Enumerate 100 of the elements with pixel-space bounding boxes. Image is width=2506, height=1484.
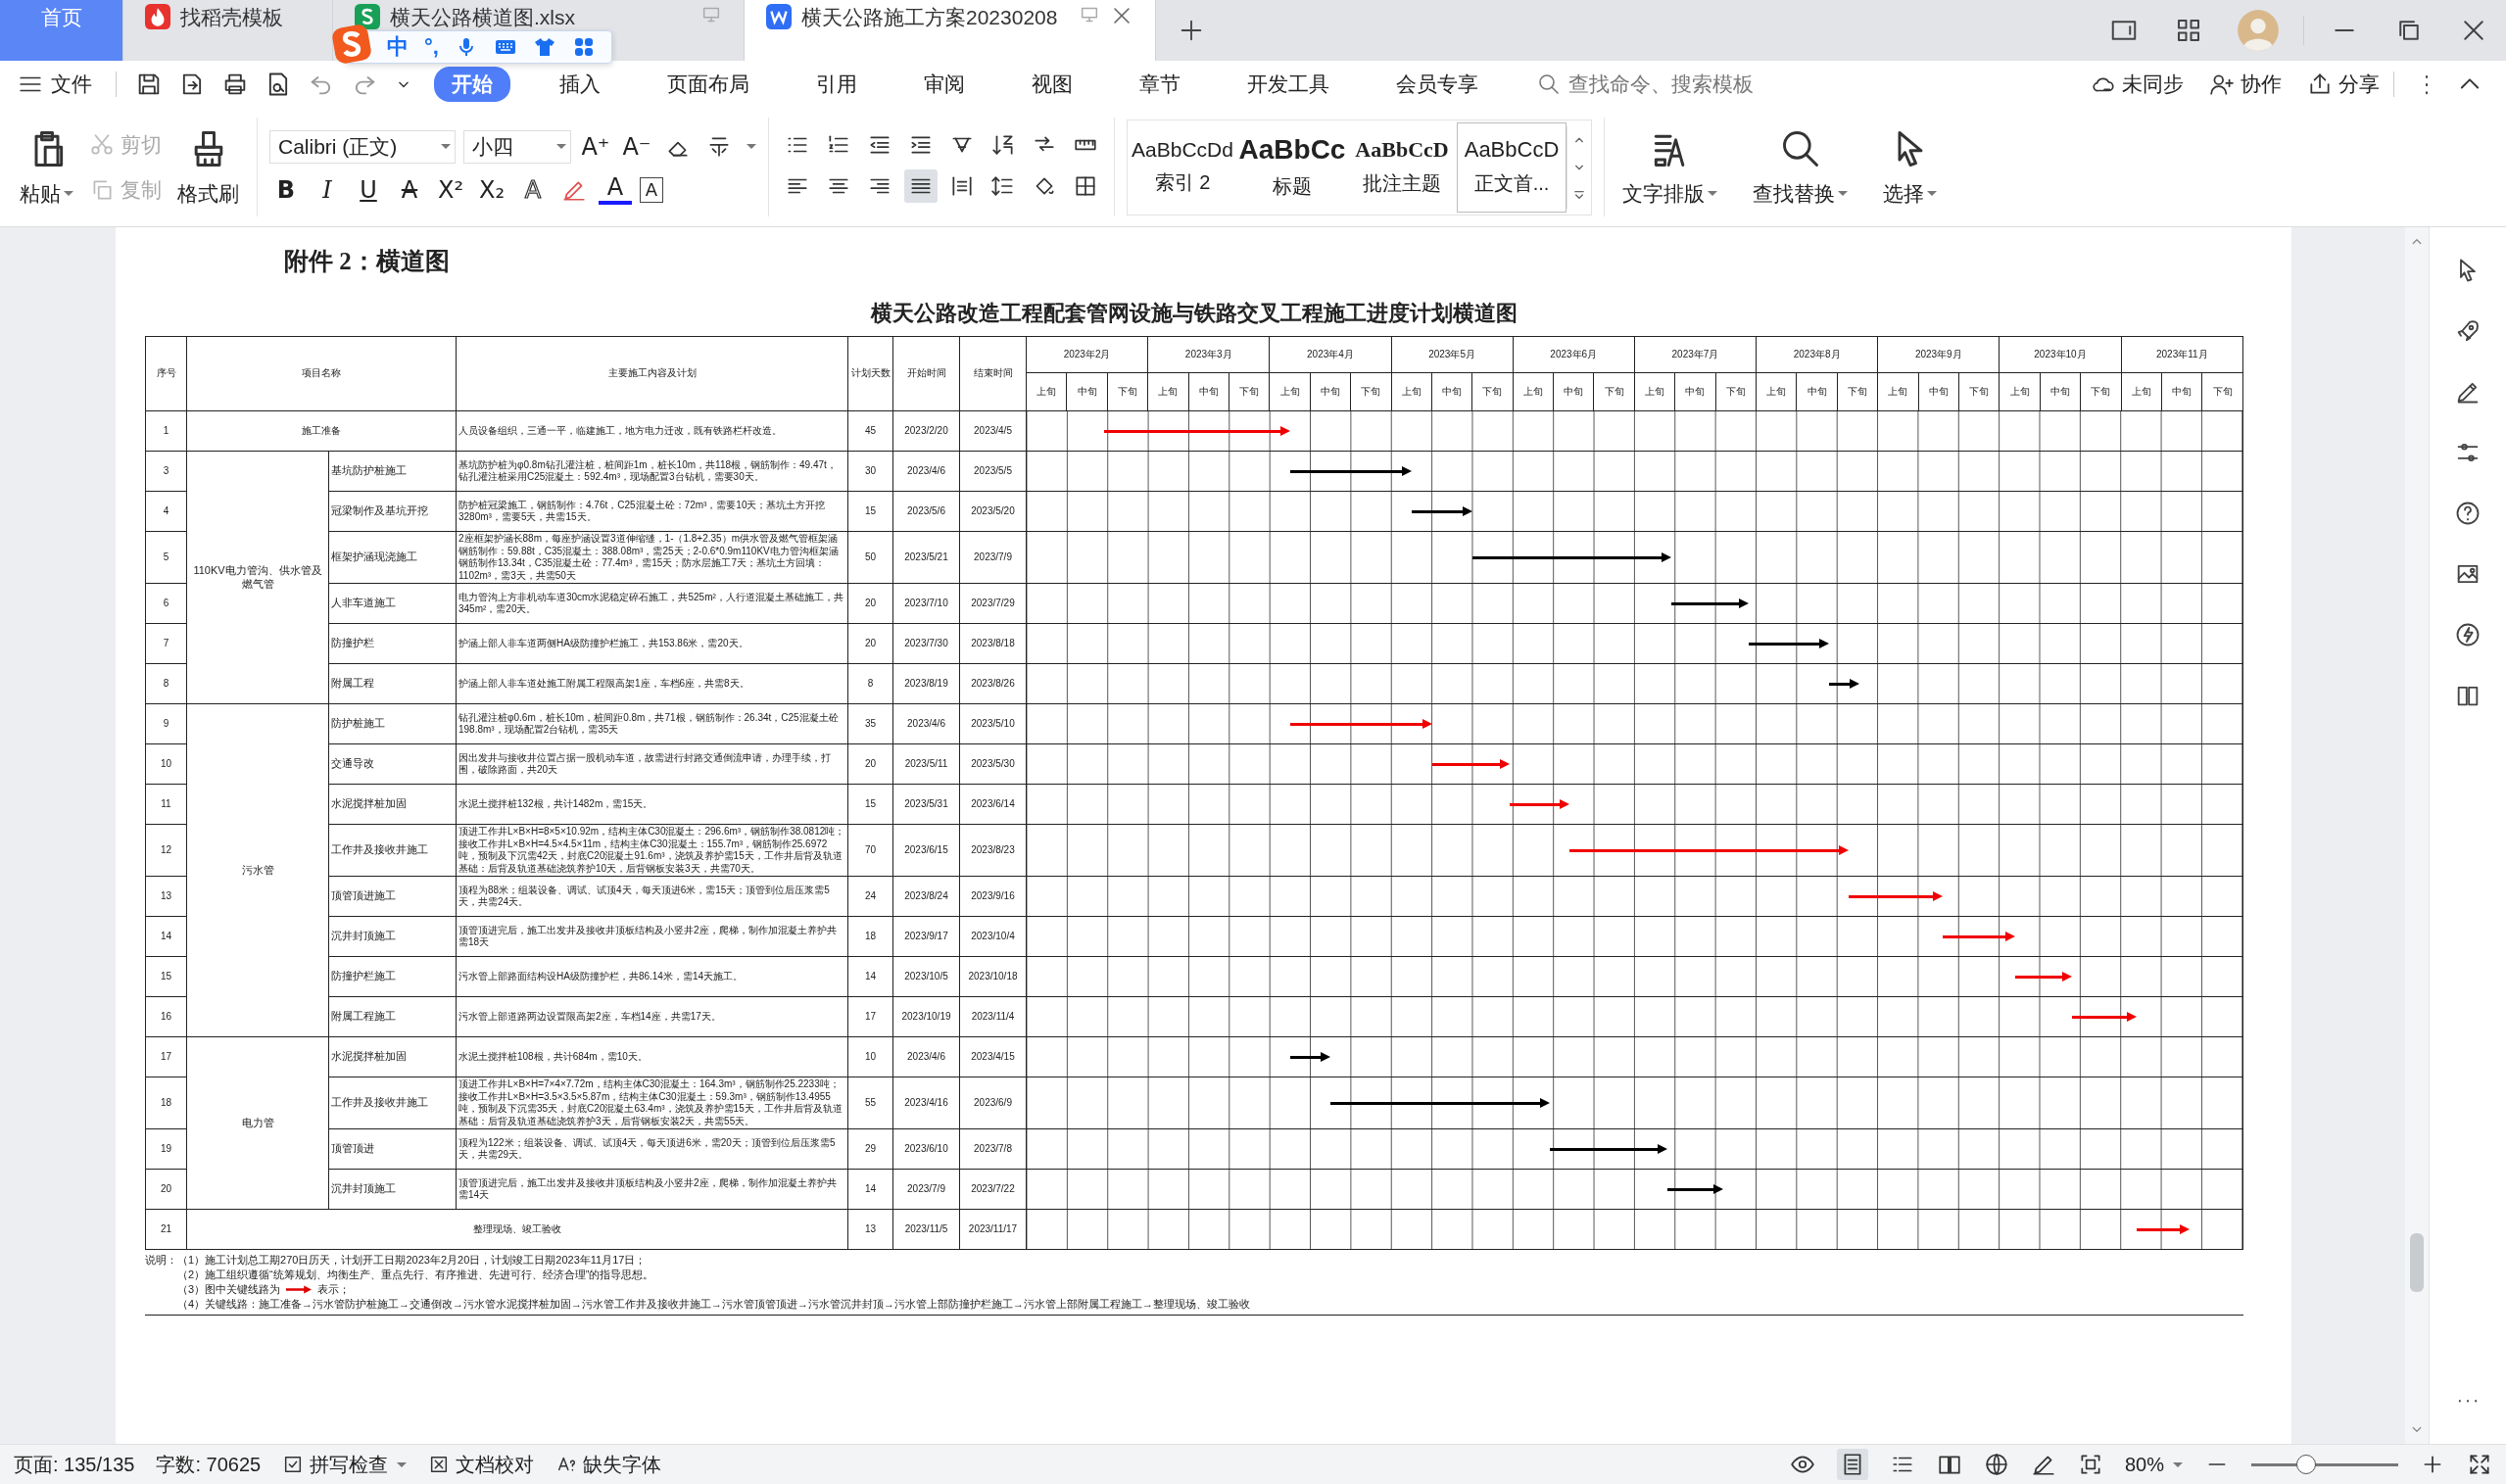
table-cell: 2023/2/20 <box>892 410 960 452</box>
missing-fonts-button[interactable]: 缺失字体 <box>555 1451 662 1478</box>
table-cell: 基坑防护桩为φ0.8m钻孔灌注桩，桩间距1m，桩长10m，共118根，钢筋制作：49.47t，钻孔灌注桩采用C25混凝土：592.4m³，现场配置3台钻机，需要30天。 <box>456 451 848 492</box>
input-mode-toggle[interactable]: 中 <box>387 32 409 62</box>
ribbon-button[interactable]: 粘贴 <box>14 126 79 208</box>
ribbon-tab[interactable]: 页面布局 <box>650 67 767 102</box>
table-cell: 19 <box>145 1128 187 1170</box>
table-cell: 45 <box>847 410 893 452</box>
style-preset[interactable]: AaBbCcDd 索引 2 <box>1128 121 1237 213</box>
table-cell: 2023/8/23 <box>959 824 1027 877</box>
column-header: 中旬 <box>1066 372 1108 411</box>
column-header: 上旬 <box>1634 372 1675 411</box>
document-tab[interactable]: 横天公路施工方案20230208 <box>745 0 1156 61</box>
font-size-button[interactable]: A⁺ <box>579 132 612 161</box>
column-header: 上旬 <box>1269 372 1311 411</box>
style-preset[interactable]: AaBbCcD 正文首... <box>1457 121 1566 213</box>
month-header: 2023年2月 <box>1026 336 1148 373</box>
table-cell: 14 <box>145 916 187 957</box>
table-cell: 2023/6/15 <box>892 824 960 877</box>
table-cell: 2023/11/17 <box>959 1209 1027 1250</box>
style-preset[interactable]: AaBbCcD 批注主题 <box>1347 121 1457 213</box>
document-tab[interactable]: 找稻壳模板 <box>123 0 333 61</box>
scrollbar[interactable] <box>2405 227 2430 1444</box>
table-cell: 24 <box>847 876 893 917</box>
spell-check-button[interactable]: 拼写检查 <box>282 1451 408 1478</box>
toolbar-button[interactable]: 分享 <box>2307 71 2380 98</box>
format-button[interactable]: U <box>352 175 385 204</box>
ribbon-button[interactable]: 格式刷 <box>171 126 245 208</box>
table-cell: 2023/10/18 <box>959 956 1027 997</box>
ribbon-tab[interactable]: 视图 <box>1014 67 1090 102</box>
month-header: 2023年8月 <box>1756 336 1878 373</box>
column-header: 上旬 <box>1877 372 1919 411</box>
shirt-icon[interactable] <box>532 35 556 59</box>
file-menu[interactable]: 文件 <box>18 71 92 98</box>
scrollbar-thumb[interactable] <box>2410 1232 2425 1292</box>
format-button[interactable]: A <box>640 176 663 203</box>
column-header: 中旬 <box>1918 372 1959 411</box>
table-cell: 2023/5/20 <box>959 491 1027 532</box>
caret-icon <box>556 144 566 149</box>
column-header: 开始时间 <box>892 336 960 411</box>
table-cell: 工作井及接收井施工 <box>328 1077 457 1129</box>
font-size-button[interactable]: A⁻ <box>620 132 653 161</box>
table-cell: 电力管沟上方非机动车道30cm水泥稳定碎石施工，共525m²，人行道混凝土基础施工，共345m²，需20天。 <box>456 583 848 624</box>
ribbon-tab[interactable]: 开始 <box>434 67 510 102</box>
toolbar-button[interactable]: 未同步 <box>2091 71 2184 98</box>
format-button[interactable]: A <box>599 174 632 205</box>
table-cell: 17 <box>145 1036 187 1077</box>
ribbon-tab[interactable]: 审阅 <box>906 67 983 102</box>
input-method-logo[interactable] <box>332 24 371 64</box>
help-icon[interactable] <box>2454 500 2482 527</box>
punctuation-toggle[interactable]: °, <box>424 34 439 60</box>
page-count[interactable]: 页面: 135/135 <box>14 1451 135 1478</box>
arrow-icon <box>286 1284 313 1294</box>
format-button[interactable]: X² <box>434 175 467 204</box>
format-button[interactable]: I <box>311 175 344 204</box>
column-header: 中旬 <box>1188 372 1229 411</box>
table-cell: 2023/5/11 <box>892 743 960 785</box>
table-cell: 防撞护栏施工 <box>328 956 457 997</box>
format-button[interactable]: X₂ <box>475 175 508 204</box>
alignment-button[interactable] <box>904 168 938 203</box>
ribbon-tab[interactable]: 插入 <box>542 67 618 102</box>
table-cell: 2023/4/15 <box>959 1036 1027 1077</box>
lightning-icon[interactable] <box>2454 621 2482 648</box>
table-cell: 20 <box>847 623 893 664</box>
globe-icon[interactable] <box>1983 1452 2009 1477</box>
ribbon-button[interactable]: 查找替换 <box>1747 126 1854 208</box>
font-name-dropdown[interactable]: Calibri (正文) <box>269 129 456 164</box>
proofread-button[interactable]: 文档校对 <box>428 1451 535 1478</box>
fullscreen-icon[interactable] <box>2467 1452 2492 1477</box>
toolbar-button[interactable]: 协作 <box>2209 71 2282 98</box>
table-cell: 施工准备 <box>186 410 457 452</box>
month-header: 2023年10月 <box>1999 336 2122 373</box>
ribbon-tab[interactable]: 会员专享 <box>1378 67 1496 102</box>
note-text: （4）关键线路：施工准备→污水管防护桩施工→交通倒改→污水管水泥搅拌桩加固→污水管工作井及接收井施工→污水管顶管顶进→污水管沉井封顶→污水管上部防撞护栏施工→污水管上部附属工程施工→整理现场、竣工验收 <box>177 1296 1251 1312</box>
column-header: 中旬 <box>1796 372 1838 411</box>
style-preset[interactable]: AaBbCc 标题 <box>1237 121 1347 213</box>
format-button[interactable]: A <box>393 175 426 204</box>
ribbon-button[interactable]: 选择 <box>1877 126 1943 208</box>
table-cell: 2023/4/6 <box>892 451 960 492</box>
table-cell: 交通导改 <box>328 743 457 785</box>
format-button[interactable]: B <box>269 175 303 204</box>
table-cell: 防撞护栏 <box>328 623 457 664</box>
table-cell: 21 <box>145 1209 187 1250</box>
slider-thumb[interactable] <box>2295 1455 2316 1474</box>
column-header: 上旬 <box>1391 372 1432 411</box>
table-cell: 17 <box>847 996 893 1037</box>
word-count[interactable]: 字数: 70625 <box>156 1451 262 1478</box>
ribbon-tab[interactable]: 章节 <box>1122 67 1198 102</box>
command-search[interactable]: 查找命令、搜索模板 <box>1537 72 1845 97</box>
ribbon-button[interactable]: 文字排版 <box>1616 126 1723 208</box>
ribbon-tab[interactable]: 引用 <box>798 67 875 102</box>
zoom-dropdown[interactable]: 80% <box>2124 1453 2183 1476</box>
table-cell: 附属工程施工 <box>328 996 457 1037</box>
column-header: 上旬 <box>1756 372 1797 411</box>
font-size-dropdown[interactable]: 小四 <box>463 129 571 164</box>
column-header: 下旬 <box>2080 372 2122 411</box>
ribbon-tab[interactable]: 开发工具 <box>1229 67 1347 102</box>
table-cell: 污水管上部路面结构设HA级防撞护栏，共86.14米，需14天施工。 <box>456 956 848 997</box>
caret-icon <box>2173 1461 2183 1467</box>
table-cell: 因出发井与接收井位置占据一股机动车道，故需进行封路交通倒流申请，办理手续，打围，破除路面，共20天 <box>456 743 848 785</box>
